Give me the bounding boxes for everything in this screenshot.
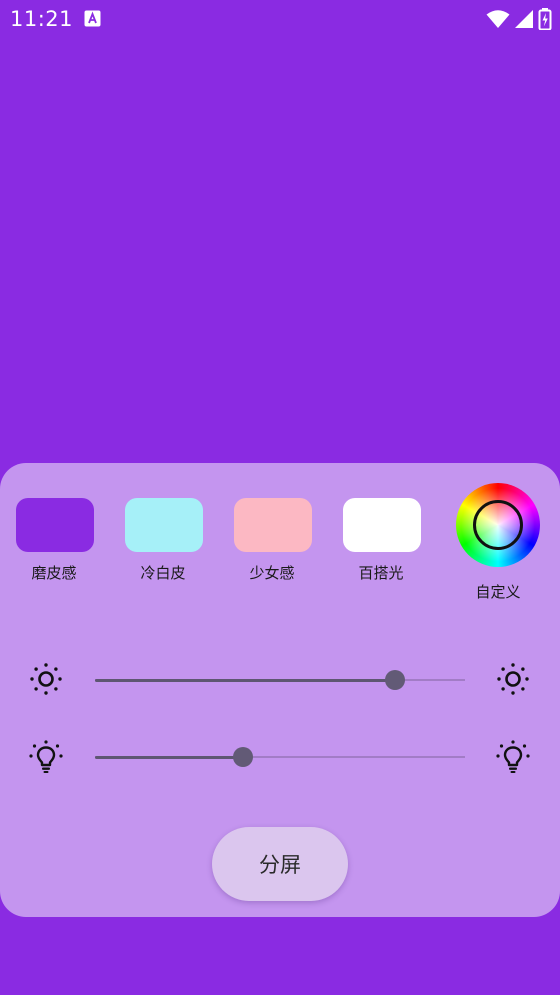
sun-icon — [30, 663, 62, 695]
color-wheel-icon[interactable] — [456, 483, 540, 567]
status-time: 11:21 — [10, 7, 74, 31]
preset-label-1: 冷白皮 — [140, 564, 186, 582]
brightness-slider-track[interactable] — [95, 670, 465, 690]
battery-icon — [538, 8, 552, 30]
preset-swatch-2[interactable] — [234, 498, 312, 552]
status-bar: 11:21 — [0, 0, 560, 38]
light-slider-fill — [95, 755, 243, 759]
lightbulb-icon — [29, 740, 63, 773]
preset-swatch-1[interactable] — [125, 498, 203, 552]
preset-swatch-3[interactable] — [343, 498, 421, 552]
preset-swatch-0[interactable] — [16, 498, 94, 552]
light-slider-thumb[interactable] — [233, 747, 253, 767]
preset-label-2: 少女感 — [249, 564, 295, 582]
preset-label-0: 磨皮感 — [31, 564, 77, 582]
light-slider-track[interactable] — [95, 747, 465, 767]
app-notification-icon — [84, 10, 101, 27]
sun-icon — [497, 663, 529, 695]
custom-label: 自定义 — [475, 583, 521, 601]
control-panel: 磨皮感 冷白皮 少女感 百搭光 自定义 分屏 — [0, 463, 560, 917]
wifi-icon — [486, 10, 510, 28]
brightness-slider-fill — [95, 678, 395, 682]
lightbulb-icon — [496, 740, 530, 773]
split-screen-button[interactable]: 分屏 — [212, 827, 348, 901]
status-icons — [486, 8, 552, 30]
brightness-slider-thumb[interactable] — [384, 670, 405, 690]
signal-icon — [515, 10, 533, 28]
color-wheel-ring — [473, 500, 523, 550]
preset-label-3: 百搭光 — [358, 564, 404, 582]
